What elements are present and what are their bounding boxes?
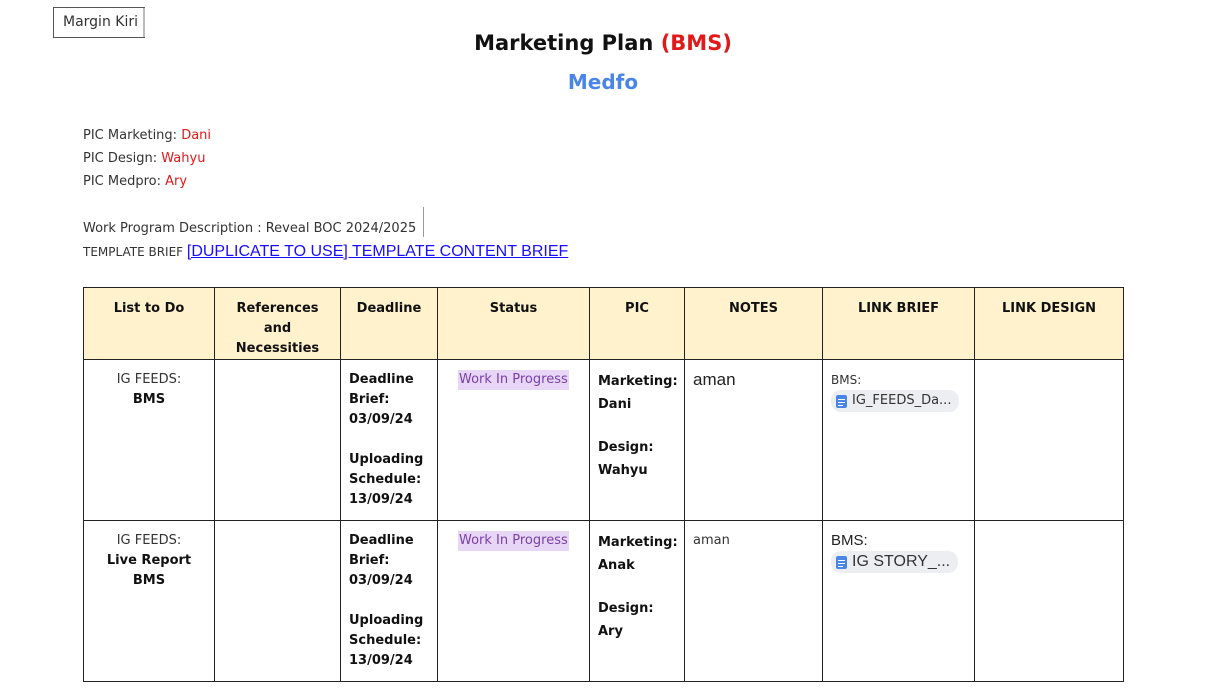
table-row: IG FEEDS: BMS Deadline Brief: 03/09/24 U… bbox=[83, 359, 1124, 521]
cell-link-design[interactable] bbox=[974, 359, 1124, 521]
header-pic: PIC bbox=[589, 287, 685, 360]
pic-name: Wahyu bbox=[161, 151, 206, 166]
marketing-plan-table: List to Do References and Necessities De… bbox=[83, 287, 1124, 682]
status-badge: Work In Progress bbox=[458, 370, 569, 390]
deadline-brief-date: 03/09/24 bbox=[349, 412, 413, 427]
cell-pic[interactable]: Marketing: Anak Design: Ary bbox=[589, 520, 685, 682]
header-link-design: LINK DESIGN bbox=[974, 287, 1124, 360]
notes-text: aman bbox=[693, 533, 730, 548]
status-badge: Work In Progress bbox=[458, 531, 569, 551]
notes-text: aman bbox=[693, 370, 736, 389]
template-brief-line: TEMPLATE BRIEF [DUPLICATE TO USE] TEMPLA… bbox=[83, 243, 568, 261]
cell-link-design[interactable] bbox=[974, 520, 1124, 682]
title-accent: (BMS) bbox=[660, 31, 732, 55]
deadline-brief-label: Deadline Brief: bbox=[349, 372, 414, 407]
pic-design-label: Design: bbox=[598, 440, 654, 455]
pic-marketing-label: Marketing: bbox=[598, 535, 678, 550]
cell-notes[interactable]: aman bbox=[684, 359, 823, 521]
cell-notes[interactable]: aman bbox=[684, 520, 823, 682]
google-docs-icon bbox=[836, 555, 847, 569]
upload-schedule-label: Uploading Schedule: bbox=[349, 452, 424, 487]
pic-label: PIC Medpro: bbox=[83, 174, 166, 189]
title-main: Marketing Plan bbox=[474, 31, 661, 55]
pic-marketing-name: Anak bbox=[598, 558, 635, 573]
table-row: IG FEEDS: Live Report BMS Deadline Brief… bbox=[83, 520, 1124, 682]
document-title: Marketing Plan (BMS) bbox=[0, 31, 1206, 55]
cell-pic[interactable]: Marketing: Dani Design: Wahyu bbox=[589, 359, 685, 521]
google-docs-icon bbox=[836, 394, 847, 408]
pic-design-name: Ary bbox=[598, 624, 623, 639]
table-header-row: List to Do References and Necessities De… bbox=[83, 287, 1124, 360]
list-prefix: IG FEEDS: bbox=[116, 372, 182, 387]
cell-references[interactable] bbox=[214, 359, 341, 521]
doc-link-text: IG_FEEDS_Da... bbox=[852, 393, 952, 408]
pic-marketing-line: PIC Marketing: Dani bbox=[83, 128, 211, 143]
list-prefix: IG FEEDS: bbox=[116, 533, 182, 548]
header-link-brief: LINK BRIEF bbox=[822, 287, 975, 360]
pic-design-label: Design: bbox=[598, 601, 654, 616]
link-brief-label: BMS: bbox=[831, 532, 868, 549]
header-notes: NOTES bbox=[684, 287, 823, 360]
list-name: Live Report BMS bbox=[106, 553, 192, 588]
pic-name: Dani bbox=[181, 128, 212, 143]
cell-link-brief[interactable]: BMS: IG STORY_... bbox=[822, 520, 975, 682]
cell-status[interactable]: Work In Progress bbox=[437, 520, 590, 682]
pic-label: PIC Marketing: bbox=[83, 128, 182, 143]
template-brief-link[interactable]: [DUPLICATE TO USE] TEMPLATE CONTENT BRIE… bbox=[187, 243, 568, 260]
cell-status[interactable]: Work In Progress bbox=[437, 359, 590, 521]
document-subtitle: Medfo bbox=[567, 70, 639, 94]
cell-deadline[interactable]: Deadline Brief: 03/09/24 Uploading Sched… bbox=[340, 359, 438, 521]
deadline-brief-label: Deadline Brief: bbox=[349, 533, 414, 568]
cell-link-brief[interactable]: BMS: IG_FEEDS_Da... bbox=[822, 359, 975, 521]
upload-schedule-label: Uploading Schedule: bbox=[349, 613, 424, 648]
pic-name: Ary bbox=[165, 174, 188, 189]
doc-link-chip[interactable]: IG_FEEDS_Da... bbox=[831, 390, 960, 412]
pic-marketing-name: Dani bbox=[598, 397, 632, 412]
header-list-to-do: List to Do bbox=[83, 287, 215, 360]
header-deadline: Deadline bbox=[340, 287, 438, 360]
cell-deadline[interactable]: Deadline Brief: 03/09/24 Uploading Sched… bbox=[340, 520, 438, 682]
cell-list-to-do[interactable]: IG FEEDS: BMS bbox=[83, 359, 215, 521]
header-references: References and Necessities bbox=[214, 287, 341, 360]
upload-schedule-date: 13/09/24 bbox=[349, 653, 413, 668]
pic-medpro-line: PIC Medpro: Ary bbox=[83, 174, 187, 189]
header-status: Status bbox=[437, 287, 590, 360]
cell-list-to-do[interactable]: IG FEEDS: Live Report BMS bbox=[83, 520, 215, 682]
template-brief-label: TEMPLATE BRIEF bbox=[83, 245, 187, 259]
text-cursor bbox=[423, 207, 424, 237]
pic-marketing-label: Marketing: bbox=[598, 374, 678, 389]
doc-link-text: IG STORY_... bbox=[852, 553, 951, 570]
cell-references[interactable] bbox=[214, 520, 341, 682]
upload-schedule-date: 13/09/24 bbox=[349, 492, 413, 507]
link-brief-label: BMS: bbox=[831, 373, 862, 387]
pic-design-name: Wahyu bbox=[598, 463, 648, 478]
work-program-description: Work Program Description : Reveal BOC 20… bbox=[83, 221, 417, 236]
list-name: BMS bbox=[132, 392, 166, 407]
doc-link-chip[interactable]: IG STORY_... bbox=[831, 551, 959, 573]
pic-label: PIC Design: bbox=[83, 151, 162, 166]
pic-design-line: PIC Design: Wahyu bbox=[83, 151, 205, 166]
deadline-brief-date: 03/09/24 bbox=[349, 573, 413, 588]
